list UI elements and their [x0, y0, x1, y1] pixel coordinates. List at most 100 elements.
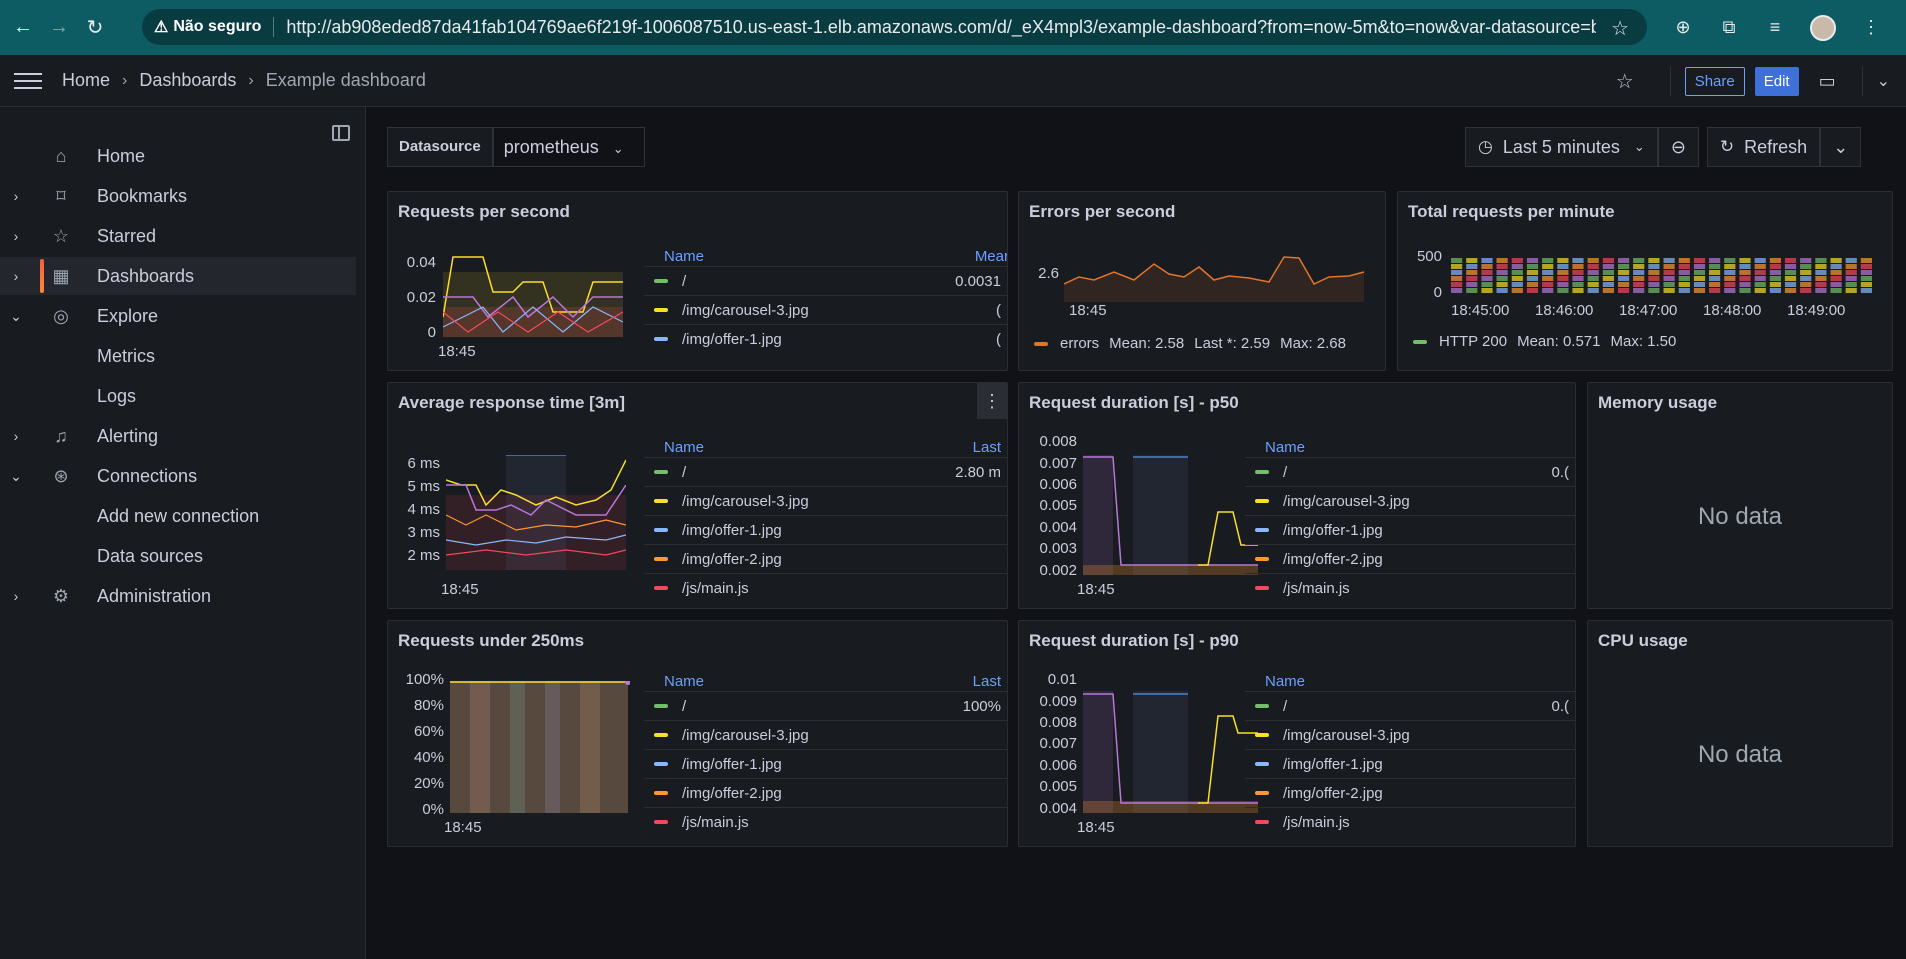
legend-row[interactable]: / 0.( — [1245, 691, 1575, 720]
legend-row[interactable]: / 2.80 m — [644, 457, 1007, 486]
media-queue-icon[interactable]: ≡ — [1764, 17, 1786, 39]
legend-row[interactable]: /img/offer-1.jpg — [644, 749, 1007, 778]
expand-chevron-icon[interactable]: › — [8, 428, 24, 444]
legend-row[interactable]: / 0.( — [1245, 457, 1575, 486]
zoom-out-button[interactable]: ⊖ — [1657, 127, 1699, 167]
stacked-bar-segment — [1678, 264, 1690, 269]
legend-header-name: Name — [664, 673, 705, 690]
chevron-down-icon[interactable]: ⌄ — [1877, 71, 1890, 91]
breadcrumb-home[interactable]: Home — [62, 70, 110, 91]
legend-row[interactable]: /img/carousel-3.jpg — [1245, 486, 1575, 515]
sidebar-item-starred[interactable]: › ☆ Starred — [0, 217, 356, 255]
y-axis-tick: 0.004 — [1039, 519, 1077, 536]
expand-chevron-icon[interactable]: › — [8, 588, 24, 604]
legend-header-stat[interactable]: Last — [973, 439, 1001, 456]
panel-legend: Name / 0.( /img/carousel-3.jpg /img/offer… — [1245, 673, 1575, 846]
breadcrumb-separator-icon: › — [122, 71, 128, 89]
panel-menu-icon[interactable]: ⋮ — [977, 383, 1007, 419]
legend-row[interactable]: /img/offer-2.jpg — [644, 544, 1007, 573]
expand-chevron-icon[interactable]: › — [8, 188, 24, 204]
legend-row[interactable]: /img/carousel-3.jpg — [1245, 720, 1575, 749]
kiosk-mode-icon[interactable]: ▭ — [1819, 71, 1836, 92]
sidebar-item-logs[interactable]: Logs — [0, 377, 356, 415]
legend-row[interactable]: /img/carousel-3.jpg — [644, 486, 1007, 515]
panel-requests-per-second[interactable]: Requests per second 0.04 0.02 0 18:45 Na… — [387, 191, 1008, 371]
sidebar-item-add-new-connection[interactable]: Add new connection — [0, 497, 356, 535]
legend-series-name: /img/carousel-3.jpg — [1283, 726, 1410, 744]
menu-icon[interactable] — [14, 68, 42, 94]
sidebar-item-connections[interactable]: ⌄ ⊛ Connections — [0, 457, 356, 495]
y-axis-tick: 0.01 — [1047, 671, 1077, 688]
legend-swatch — [654, 586, 668, 590]
legend-row[interactable]: /js/main.js — [1245, 807, 1575, 836]
star-icon: ☆ — [52, 225, 70, 246]
profile-avatar[interactable] — [1810, 14, 1836, 41]
sidebar-item-explore[interactable]: ⌄ ◎ Explore — [0, 297, 356, 335]
legend-series-name: /img/offer-2.jpg — [1283, 550, 1383, 568]
stacked-bar-segment — [1754, 282, 1766, 287]
legend-header-stat[interactable]: Mear — [975, 248, 1007, 265]
legend-row[interactable]: / 0.0031 — [644, 266, 1007, 295]
panel-average-response-time[interactable]: Average response time [3m] ⋮ 6 ms 5 ms 4… — [387, 382, 1008, 609]
legend-row[interactable]: /img/carousel-3.jpg — [644, 720, 1007, 749]
reload-icon[interactable]: ↻ — [82, 15, 108, 41]
legend-row[interactable]: /img/offer-1.jpg ( — [644, 324, 1007, 353]
sidebar-item-alerting[interactable]: › ♫ Alerting — [0, 417, 356, 455]
back-arrow-icon[interactable]: ← — [10, 15, 36, 41]
panel-legend[interactable]: HTTP 200 Mean: 0.571 Max: 1.50 — [1413, 333, 1686, 350]
expand-chevron-icon[interactable]: › — [8, 228, 24, 244]
legend-row[interactable]: /img/offer-2.jpg — [1245, 544, 1575, 573]
expand-chevron-icon[interactable]: › — [8, 268, 24, 284]
mark-favorite-icon[interactable]: ☆ — [1616, 69, 1634, 94]
extensions-icon[interactable]: ⧉ — [1718, 17, 1740, 39]
legend-swatch — [1255, 586, 1269, 590]
forward-arrow-icon[interactable]: → — [46, 15, 72, 41]
stacked-bar-segment — [1678, 282, 1690, 287]
panel-total-requests-per-minute[interactable]: Total requests per minute 500 0 18:45:00… — [1397, 191, 1893, 371]
sidebar-item-bookmarks[interactable]: › ⌑ Bookmarks — [0, 177, 356, 215]
sidebar-item-label: Alerting — [97, 425, 159, 446]
datasource-select[interactable]: prometheus ⌄ — [492, 127, 645, 167]
refresh-interval-picker[interactable]: ⌄ — [1820, 127, 1862, 167]
edit-button[interactable]: Edit — [1754, 66, 1799, 96]
share-button[interactable]: Share — [1684, 66, 1745, 96]
url-text[interactable]: http://ab908eded87da41fab104769ae6f219f-… — [286, 17, 1596, 38]
panel-requests-under-250ms[interactable]: Requests under 250ms 100% 80% 60% 40% 20… — [387, 620, 1008, 847]
panel-legend[interactable]: errors Mean: 2.58 Last *: 2.59 Max: 2.68 — [1034, 335, 1356, 352]
legend-row[interactable]: /js/main.js — [644, 573, 1007, 602]
legend-row[interactable]: /img/offer-1.jpg — [1245, 515, 1575, 544]
sidebar-item-administration[interactable]: › ⚙ Administration — [0, 577, 356, 615]
refresh-button[interactable]: ↻ Refresh — [1706, 127, 1821, 167]
stacked-bar-segment — [1633, 288, 1645, 293]
sidebar-item-data-sources[interactable]: Data sources — [0, 537, 356, 575]
panel-cpu-usage[interactable]: CPU usage No data — [1587, 620, 1893, 847]
legend-row[interactable]: /js/main.js — [644, 807, 1007, 836]
legend-header-stat[interactable]: Last — [973, 673, 1001, 690]
bookmark-star-icon[interactable]: ☆ — [1611, 16, 1629, 41]
legend-swatch — [654, 470, 668, 474]
panel-memory-usage[interactable]: Memory usage No data — [1587, 382, 1893, 609]
toolbar-divider — [1669, 66, 1671, 96]
time-range-picker[interactable]: ◷ Last 5 minutes ⌄ — [1465, 127, 1658, 167]
sidebar-item-metrics[interactable]: Metrics — [0, 337, 356, 375]
collapse-chevron-icon[interactable]: ⌄ — [8, 468, 24, 485]
legend-row[interactable]: /js/main.js — [1245, 573, 1575, 602]
browser-menu-icon[interactable]: ⋮ — [1860, 17, 1882, 39]
sidebar-item-home[interactable]: ⌂ Home — [0, 137, 356, 175]
insecure-badge[interactable]: ⚠ Não seguro — [154, 17, 261, 37]
address-bar[interactable]: ⚠ Não seguro http://ab908eded87da41fab10… — [142, 9, 1647, 45]
sidebar-item-dashboards[interactable]: › ▦ Dashboards — [0, 257, 356, 295]
panel-request-duration-p50[interactable]: Request duration [s] - p50 0.008 0.007 0… — [1018, 382, 1576, 609]
translate-icon[interactable]: ⊕ — [1672, 17, 1694, 39]
legend-row[interactable]: /img/offer-2.jpg — [644, 778, 1007, 807]
collapse-chevron-icon[interactable]: ⌄ — [8, 308, 24, 325]
legend-row[interactable]: /img/offer-1.jpg — [644, 515, 1007, 544]
legend-row[interactable]: /img/offer-2.jpg — [1245, 778, 1575, 807]
legend-row[interactable]: / 100% — [644, 691, 1007, 720]
panel-request-duration-p90[interactable]: Request duration [s] - p90 0.01 0.009 0.… — [1018, 620, 1576, 847]
legend-row[interactable]: /img/offer-1.jpg — [1245, 749, 1575, 778]
panel-errors-per-second[interactable]: Errors per second 2.6 18:45 errors Mean:… — [1018, 191, 1386, 371]
rps-plot — [443, 256, 623, 337]
legend-row[interactable]: /img/carousel-3.jpg ( — [644, 295, 1007, 324]
breadcrumb-dashboards[interactable]: Dashboards — [139, 70, 236, 91]
